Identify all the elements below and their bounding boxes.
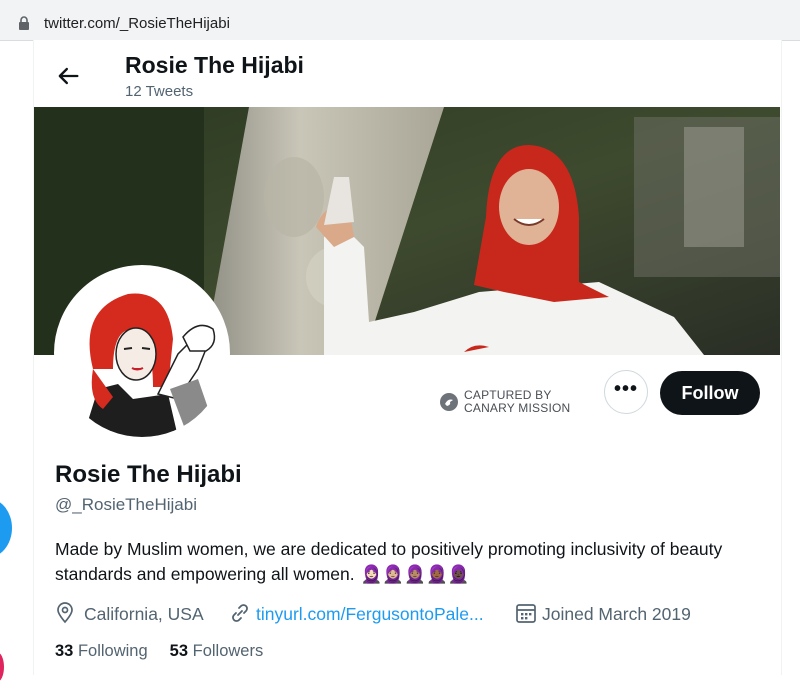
link-icon [232, 604, 248, 622]
url-field[interactable]: twitter.com/_RosieTheHijabi [4, 6, 794, 32]
following-label: Following [77, 642, 148, 660]
website-link[interactable]: tinyurl.com/FergusontoPale... [256, 604, 484, 625]
canary-icon [440, 393, 458, 411]
calendar-icon [516, 604, 536, 623]
back-arrow-icon[interactable] [54, 62, 82, 90]
avatar-illustration [58, 269, 226, 437]
url-text: twitter.com/_RosieTheHijabi [44, 15, 230, 32]
profile-name: Rosie The Hijabi [55, 461, 242, 488]
followers-label: Followers [192, 642, 264, 660]
browser-address-bar: twitter.com/_RosieTheHijabi [0, 0, 800, 41]
location-icon [57, 602, 73, 624]
profile-bio: Made by Muslim women, we are dedicated t… [55, 537, 755, 587]
followers-stat[interactable]: 53 Followers [170, 642, 264, 661]
watermark-line1: CAPTURED BY [464, 388, 552, 402]
location-text: California, USA [84, 604, 204, 624]
header-title: Rosie The Hijabi [125, 52, 304, 78]
profile-column: Rosie The Hijabi 12 Tweets CAPTURED BY C… [33, 40, 782, 675]
compose-button-edge[interactable] [0, 498, 12, 558]
more-icon: ••• [613, 378, 638, 400]
follow-button[interactable]: Follow [660, 371, 760, 415]
lock-icon [19, 16, 29, 30]
following-stat[interactable]: 33 Following [55, 642, 148, 661]
tweet-count: 12 Tweets [125, 83, 194, 100]
left-edge-badge [0, 652, 4, 682]
more-options-button[interactable]: ••• [604, 370, 648, 414]
watermark-line2: CANARY MISSION [464, 401, 571, 415]
following-count: 33 [55, 642, 74, 660]
joined-date: Joined March 2019 [542, 604, 691, 624]
profile-handle: @_RosieTheHijabi [55, 495, 197, 514]
followers-count: 53 [169, 642, 189, 660]
profile-stats: 33 Following 53 Followers [55, 642, 285, 661]
bio-emojis: 🧕🏻🧕🏼🧕🏽🧕🏾🧕🏿 [360, 564, 470, 584]
profile-avatar[interactable] [54, 265, 230, 441]
